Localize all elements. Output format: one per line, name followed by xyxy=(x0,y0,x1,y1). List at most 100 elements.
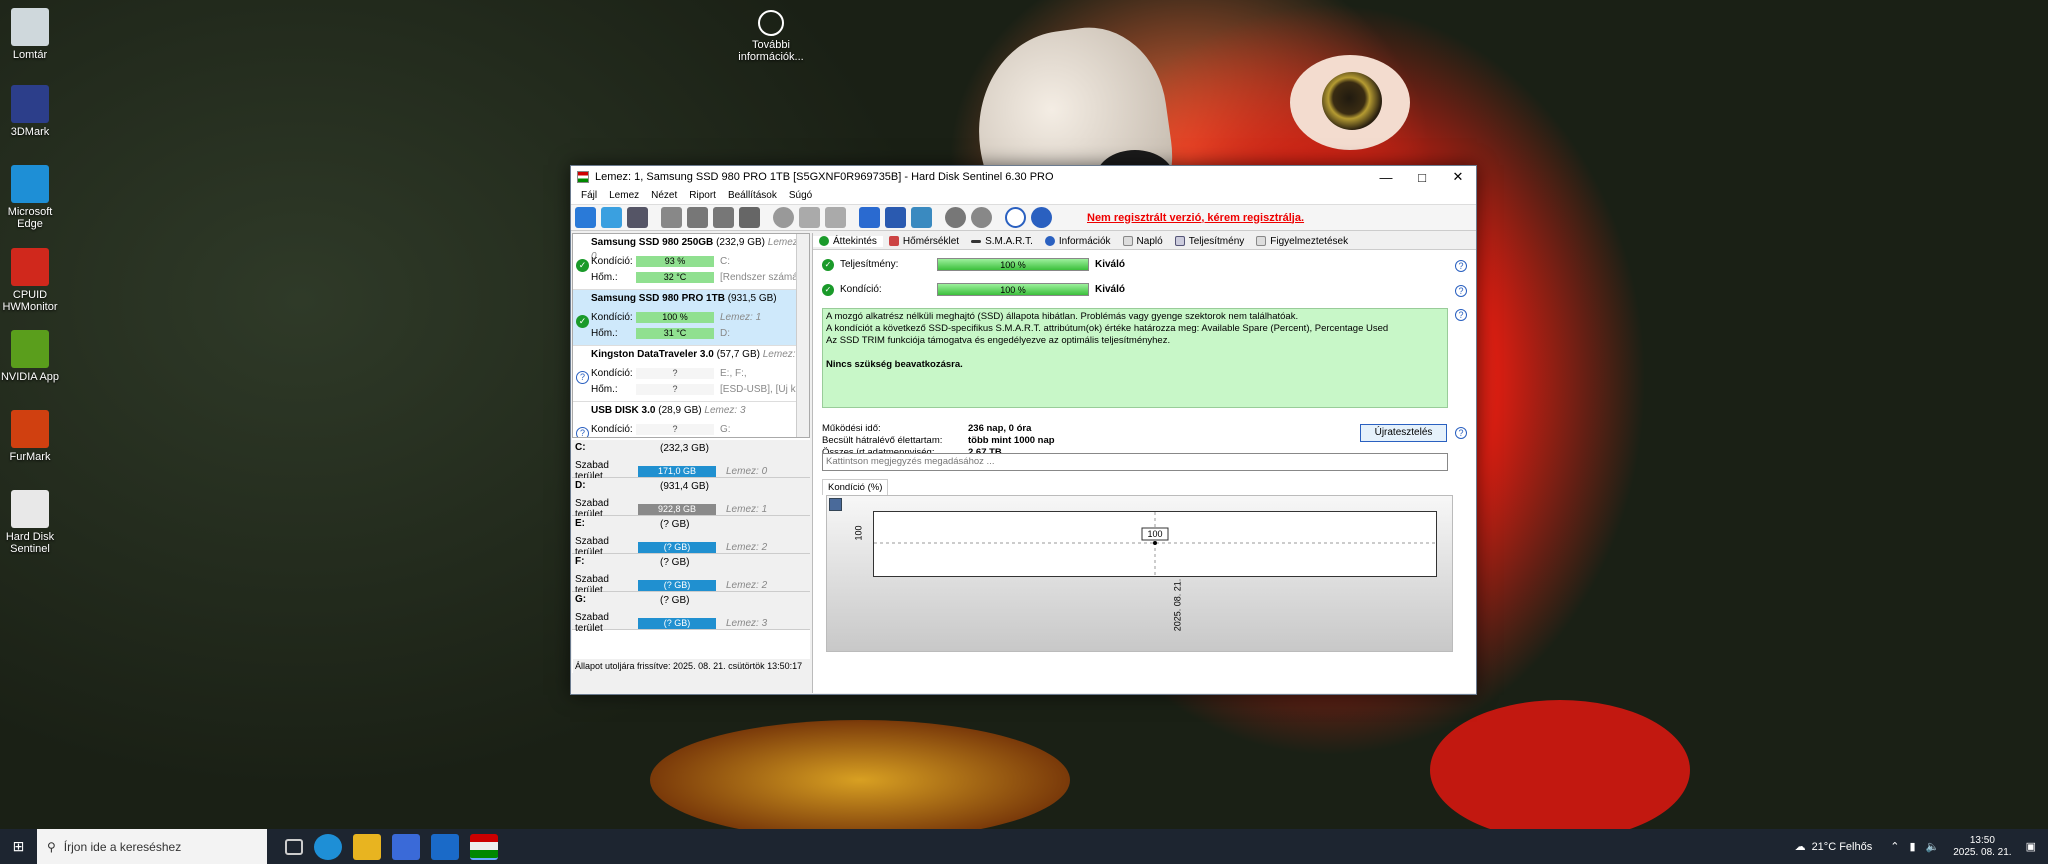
windows-start-icon[interactable]: ⊞ xyxy=(0,829,37,864)
task-view-icon[interactable] xyxy=(285,838,303,855)
desktop-icon-label: Microsoft Edge xyxy=(7,206,53,230)
help-icon[interactable]: ? xyxy=(1455,260,1467,272)
menu-help[interactable]: Súgó xyxy=(783,188,818,204)
note-input[interactable]: Kattintson megjegyzés megadásához ... xyxy=(822,453,1448,471)
tab-overview[interactable]: Áttekintés xyxy=(813,235,883,247)
info-desktop-icon[interactable]: További információk... xyxy=(736,10,806,63)
refresh-all-icon[interactable] xyxy=(601,207,622,228)
hd-sentinel-window[interactable]: Lemez: 1, Samsung SSD 980 PRO 1TB [S5GXN… xyxy=(570,165,1477,695)
settings-advanced-icon[interactable] xyxy=(971,207,992,228)
disk-item-0[interactable]: Samsung SSD 980 250GB (232,9 GB) Lemez: … xyxy=(573,234,809,290)
volume-capacity: (? GB) xyxy=(660,595,690,606)
desktop-icon[interactable]: FurMark xyxy=(0,410,60,463)
volume-item[interactable]: E: (? GB) Szabad terület (? GB) Lemez: 2 xyxy=(572,516,810,558)
disk-volumes: D: xyxy=(720,327,730,339)
help-icon[interactable] xyxy=(1005,207,1026,228)
disk-item-1[interactable]: Samsung SSD 980 PRO 1TB (931,5 GB) ✓ Kon… xyxy=(573,290,809,346)
menu-file[interactable]: Fájl xyxy=(575,188,603,204)
status-description: A mozgó alkatrész nélküli meghajtó (SSD)… xyxy=(822,308,1448,408)
desktop-icon[interactable]: NVIDIA App xyxy=(0,330,60,383)
tab-smart[interactable]: S.M.A.R.T. xyxy=(965,236,1039,247)
desktop-icon[interactable]: Hard Disk Sentinel xyxy=(0,490,60,555)
speaker-icon[interactable]: 🔈 xyxy=(1926,840,1940,853)
tab-alerts[interactable]: Figyelmeztetések xyxy=(1250,236,1354,247)
disk-repair-icon[interactable] xyxy=(739,207,760,228)
tab-temperature[interactable]: Hőmérséklet xyxy=(883,236,965,247)
desktop-icon[interactable]: Microsoft Edge xyxy=(0,165,60,230)
weather-icon[interactable]: ☁ xyxy=(1795,840,1806,853)
menu-disk[interactable]: Lemez xyxy=(603,188,645,204)
title-bar[interactable]: Lemez: 1, Samsung SSD 980 PRO 1TB [S5GXN… xyxy=(571,166,1476,188)
temp-label: Hőm.: xyxy=(591,271,618,283)
minimize-button[interactable]: — xyxy=(1368,166,1404,188)
volume-capacity: (232,3 GB) xyxy=(660,443,709,454)
desktop-icon[interactable]: CPUID HWMonitor xyxy=(0,248,60,313)
refresh-icon[interactable] xyxy=(575,207,596,228)
hd-sentinel-taskbar-icon[interactable] xyxy=(470,833,498,860)
save-icon[interactable] xyxy=(829,498,842,511)
acoustic-icon[interactable] xyxy=(773,207,794,228)
email-icon[interactable] xyxy=(885,207,906,228)
volume-disk: Lemez: 2 xyxy=(726,579,768,591)
clock[interactable]: 13:50 2025. 08. 21. xyxy=(1953,835,2011,859)
app-icon xyxy=(11,330,49,368)
lifetime-label: Becsült hátralévő élettartam: xyxy=(822,435,943,446)
tab-performance[interactable]: Teljesítmény xyxy=(1169,236,1251,247)
tab-label: Teljesítmény xyxy=(1188,235,1245,247)
file-explorer-icon[interactable] xyxy=(353,833,381,860)
usb-drive-icon[interactable] xyxy=(825,207,846,228)
disk-item-3[interactable]: USB DISK 3.0 (28,9 GB) Lemez: 3 ? Kondíc… xyxy=(573,402,809,437)
volume-item[interactable]: C: (232,3 GB) Szabad terület 171,0 GB Lemez:… xyxy=(572,440,810,482)
desktop-icon[interactable]: Lomtár xyxy=(0,8,60,61)
disk-list-scrollbar[interactable] xyxy=(796,234,809,437)
volume-item[interactable]: F: (? GB) Szabad terület (? GB) Lemez: 2 xyxy=(572,554,810,596)
volume-letter: D: xyxy=(575,480,586,491)
network-icon[interactable]: ▮ xyxy=(1909,840,1915,853)
log-icon xyxy=(1122,236,1133,246)
app-icon xyxy=(577,171,589,183)
network-icon[interactable] xyxy=(911,207,932,228)
menu-report[interactable]: Riport xyxy=(683,188,722,204)
disk-test-icon[interactable] xyxy=(661,207,682,228)
desktop-icon[interactable]: 3DMark xyxy=(0,85,60,138)
disk-number: Lemez: 3 xyxy=(704,405,746,416)
outlook-icon[interactable] xyxy=(431,833,459,860)
close-button[interactable]: ✕ xyxy=(1440,166,1476,188)
register-warning-link[interactable]: Nem regisztrált verzió, kérem regisztrál… xyxy=(1087,212,1304,224)
help-icon[interactable]: ? xyxy=(1455,309,1467,321)
weather-text[interactable]: 21°C Felhős xyxy=(1812,841,1873,853)
question-icon: ? xyxy=(576,371,589,384)
about-icon[interactable] xyxy=(1031,207,1052,228)
chevron-up-icon[interactable]: ⌃ xyxy=(1890,840,1899,853)
menu-settings[interactable]: Beállítások xyxy=(722,188,783,204)
menu-view[interactable]: Nézet xyxy=(645,188,683,204)
volume-item[interactable]: D: (931,4 GB) Szabad terület 922,8 GB Lemez:… xyxy=(572,478,810,520)
report-icon[interactable] xyxy=(859,207,880,228)
taskbar-search[interactable]: ⚲ Írjon ide a kereséshez xyxy=(37,829,267,864)
disk-check-icon[interactable] xyxy=(713,207,734,228)
description-line: A kondíciót a következő SSD-specifikus S… xyxy=(826,323,1389,334)
maximize-button[interactable]: □ xyxy=(1404,166,1440,188)
thermometer-icon xyxy=(888,236,899,246)
disk-name: USB DISK 3.0 xyxy=(591,405,656,416)
tab-info[interactable]: Információk xyxy=(1039,236,1117,247)
description-line: Az SSD TRIM funkciója támogatva és enged… xyxy=(826,335,1171,346)
store-icon[interactable] xyxy=(392,833,420,860)
temp-label: Hőm.: xyxy=(591,383,618,395)
surface-test-icon[interactable] xyxy=(687,207,708,228)
retest-button[interactable]: Újratesztelés xyxy=(1360,424,1447,442)
help-icon[interactable]: ? xyxy=(1455,427,1467,439)
time: 13:50 xyxy=(1969,834,1995,846)
notification-icon[interactable]: ▣ xyxy=(2026,840,2036,853)
disk-item-2[interactable]: Kingston DataTraveler 3.0 (57,7 GB) Leme… xyxy=(573,346,809,402)
tab-label: Áttekintés xyxy=(833,235,877,247)
drive-icon[interactable] xyxy=(799,207,820,228)
edge-taskbar-icon[interactable] xyxy=(314,833,342,860)
help-icon[interactable]: ? xyxy=(1455,285,1467,297)
gear-icon[interactable] xyxy=(945,207,966,228)
tab-log[interactable]: Napló xyxy=(1117,236,1169,247)
disk-list-icon[interactable] xyxy=(627,207,648,228)
volume-item[interactable]: G: (? GB) Szabad terület (? GB) Lemez: 3 xyxy=(572,592,810,634)
free-space-value: 171,0 GB xyxy=(638,465,716,477)
tab-condition-chart[interactable]: Kondíció (%) xyxy=(822,479,889,495)
